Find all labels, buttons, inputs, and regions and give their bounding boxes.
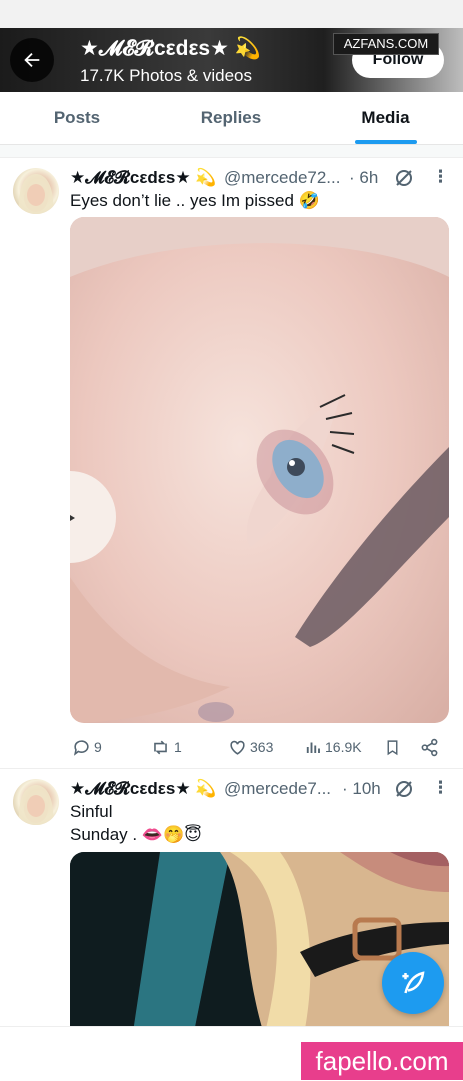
reply-icon	[73, 739, 89, 756]
tab-media-label: Media	[361, 108, 410, 127]
reply-count: 9	[94, 739, 102, 755]
grok-icon[interactable]	[394, 779, 414, 799]
repost-button[interactable]: 1	[150, 735, 182, 759]
views-button[interactable]: 16.9K	[304, 735, 362, 759]
tab-media[interactable]: Media	[308, 92, 463, 144]
tab-posts[interactable]: Posts	[0, 92, 154, 144]
avatar-photo	[18, 785, 54, 825]
post-author-name[interactable]: ★𝓜𝓔𝓡cεdεs★ 💫	[70, 779, 216, 799]
post-time[interactable]: · 6h	[349, 168, 378, 188]
watermark-bottom: fapello.com	[301, 1042, 463, 1080]
post-media-image[interactable]	[70, 217, 449, 723]
section-gap	[0, 145, 463, 158]
tab-replies[interactable]: Replies	[154, 92, 308, 144]
like-button[interactable]: 363	[228, 735, 273, 759]
profile-header: ★𝓜𝓔𝓡cεdεs★ 💫 17.7K Photos & videos Follo…	[0, 0, 463, 92]
more-options-icon[interactable]: ⋮	[432, 779, 449, 796]
views-count: 16.9K	[325, 739, 362, 755]
bookmark-button[interactable]	[384, 735, 401, 759]
status-strip	[0, 0, 463, 28]
compose-feather-icon	[402, 971, 425, 994]
share-icon	[421, 738, 438, 756]
post-author-name[interactable]: ★𝓜𝓔𝓡cεdεs★ 💫	[70, 168, 216, 188]
post-author-handle[interactable]: @mercede72...	[224, 168, 348, 188]
compose-post-button[interactable]	[382, 952, 444, 1014]
post-author-handle[interactable]: @mercede7...	[224, 779, 336, 799]
profile-tabs: Posts Replies Media	[0, 92, 463, 145]
repost-count: 1	[174, 739, 182, 755]
arrow-left-icon	[24, 52, 40, 68]
post-actions: 9 1 363 16.9K	[70, 735, 450, 759]
post-time[interactable]: · 10h	[342, 779, 381, 799]
media-count: 17.7K Photos & videos	[80, 66, 253, 85]
post-text-line-2: Sunday . 👄🤭😇	[70, 825, 202, 844]
watermark-top: AZFANS.COM	[333, 33, 439, 55]
avatar[interactable]	[13, 168, 59, 214]
reply-button[interactable]: 9	[72, 735, 102, 759]
back-button[interactable]	[10, 38, 54, 82]
post-1[interactable]: ★𝓜𝓔𝓡cεdεs★ 💫 @mercede72... · 6h ⋮ Eyes d…	[0, 158, 463, 768]
share-button[interactable]	[420, 735, 439, 759]
more-options-icon[interactable]: ⋮	[432, 168, 449, 185]
avatar[interactable]	[13, 779, 59, 825]
avatar-photo	[18, 174, 54, 214]
heart-icon	[230, 740, 245, 755]
profile-name: ★𝓜𝓔𝓡cεdεs★ 💫	[80, 37, 261, 60]
bookmark-icon	[387, 739, 398, 755]
post-text-line-1: Sinful	[70, 802, 113, 821]
active-tab-indicator	[354, 140, 417, 144]
like-count: 363	[250, 739, 274, 755]
views-chart-icon	[306, 742, 320, 753]
post-text: Eyes don’t lie .. yes Im pissed 🤣	[70, 191, 320, 210]
grok-icon[interactable]	[394, 168, 414, 188]
repost-icon	[154, 740, 167, 754]
eye-photo	[70, 217, 449, 723]
